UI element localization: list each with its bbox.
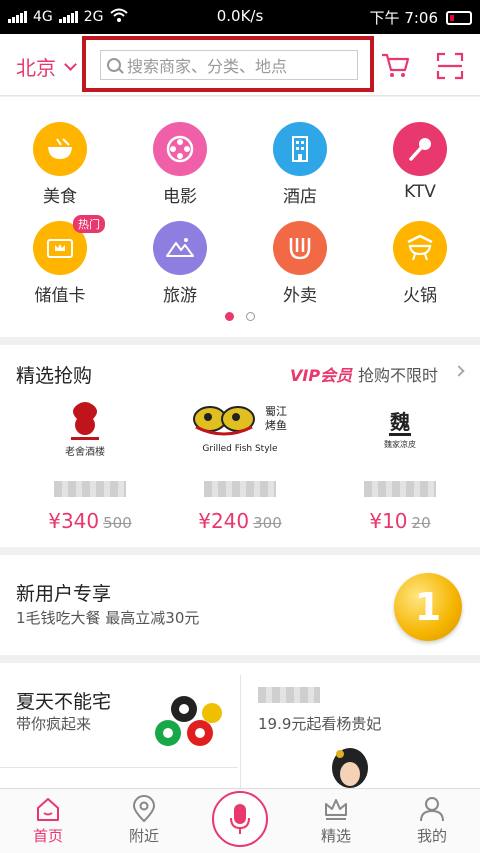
blurred-name — [204, 481, 276, 497]
restaurant-logo-image: 老舍酒楼 — [35, 397, 145, 467]
category-ktv[interactable]: KTV — [365, 122, 475, 202]
gold-coin-icon: 1 — [394, 573, 462, 641]
category-label: 外卖 — [283, 286, 317, 306]
deal-card[interactable]: 老舍酒楼 ¥340 500 — [20, 397, 160, 533]
tab-featured[interactable]: 精选 — [296, 795, 376, 846]
category-label: 火锅 — [403, 286, 437, 306]
category-travel[interactable]: 旅游 — [125, 221, 235, 306]
home-icon — [37, 798, 59, 821]
blurred-name — [364, 481, 436, 497]
deal-price: ¥10 — [369, 509, 408, 533]
weijia-logo-image: 魏 魏家凉皮 — [345, 397, 455, 467]
promo-subtitle: 带你疯起来 — [16, 715, 92, 733]
tab-mine[interactable]: 我的 — [392, 795, 472, 846]
tab-label: 附近 — [128, 827, 159, 845]
hotel-icon — [273, 122, 327, 176]
section-title: 精选抢购 — [16, 365, 93, 387]
page-dot[interactable] — [246, 312, 255, 321]
deal-card[interactable]: 魏 魏家凉皮 ¥10 20 — [330, 397, 470, 533]
deal-price: ¥340 — [48, 509, 100, 533]
logo-text: Grilled Fish Style — [202, 444, 278, 454]
hotpot-icon — [393, 221, 447, 275]
svg-text:魏: 魏 — [389, 410, 410, 434]
category-takeout[interactable]: 外卖 — [245, 221, 355, 306]
fork-icon — [273, 221, 327, 275]
category-movie[interactable]: 电影 — [125, 122, 235, 207]
divider — [240, 675, 241, 788]
city-selector[interactable]: 北京 — [16, 52, 77, 81]
svg-text:老舍酒楼: 老舍酒楼 — [65, 445, 105, 458]
new-user-subtitle: 1毛钱吃大餐 最高立减30元 — [16, 609, 200, 627]
search-icon — [107, 58, 121, 72]
microphone-icon — [230, 804, 250, 834]
chevron-right-icon — [453, 365, 465, 377]
category-hotpot[interactable]: 火锅 — [365, 221, 475, 306]
cart-icon[interactable] — [380, 50, 410, 80]
actress-image — [332, 748, 368, 788]
svg-text:魏家凉皮: 魏家凉皮 — [384, 439, 416, 449]
grilled-fish-logo-image: 蜀江 烤鱼 Grilled Fish Style — [180, 397, 300, 467]
divider — [0, 767, 238, 768]
bottom-tab-bar: 首页 附近 精选 我的 — [0, 788, 480, 853]
status-bar: 4G 2G 0.0K/s 下午 7:06 — [0, 0, 480, 34]
page-indicator — [0, 312, 480, 321]
svg-text:烤鱼: 烤鱼 — [265, 418, 287, 432]
crown-card-icon: 热门 — [33, 215, 105, 275]
new-user-title: 新用户专享 — [16, 583, 112, 605]
category-label: KTV — [404, 182, 436, 202]
billiard-balls-image — [155, 696, 222, 746]
search-placeholder: 搜索商家、分类、地点 — [127, 57, 288, 76]
film-reel-icon — [153, 122, 207, 176]
crown-icon — [325, 799, 347, 820]
location-pin-icon — [132, 795, 156, 823]
promo-subtitle: 19.9元起看杨贵妃 — [258, 715, 382, 733]
city-label: 北京 — [16, 56, 56, 80]
search-input[interactable]: 搜索商家、分类、地点 — [100, 50, 358, 80]
battery-icon — [446, 10, 472, 25]
category-food[interactable]: 美食 — [5, 122, 115, 207]
scan-icon[interactable] — [436, 52, 464, 80]
bowl-icon — [33, 122, 87, 176]
deal-price: ¥240 — [198, 509, 250, 533]
category-grid: 美食 电影 酒店 KTV 热门 储值卡 旅游 外卖 火锅 — [0, 97, 480, 337]
category-label: 酒店 — [283, 187, 317, 207]
page-dot-active[interactable] — [225, 312, 234, 321]
chevron-down-icon — [64, 58, 77, 71]
promo-title: 夏天不能宅 — [16, 691, 112, 713]
new-user-banner[interactable]: 新用户专享 1毛钱吃大餐 最高立减30元 1 — [0, 555, 480, 655]
category-hotel[interactable]: 酒店 — [245, 122, 355, 207]
category-label: 储值卡 — [34, 286, 86, 306]
vip-label[interactable]: VIP会员 — [290, 362, 352, 386]
original-price: 500 — [103, 514, 132, 532]
tab-label: 我的 — [416, 827, 447, 845]
deal-card[interactable]: 蜀江 烤鱼 Grilled Fish Style ¥240 300 — [170, 397, 310, 533]
blurred-title — [258, 687, 320, 703]
blurred-name — [54, 481, 126, 497]
microphone-icon — [393, 122, 447, 176]
top-bar: 北京 搜索商家、分类、地点 — [0, 34, 480, 96]
mountain-icon — [153, 221, 207, 275]
search-highlight-box: 搜索商家、分类、地点 — [82, 36, 374, 92]
hot-badge: 热门 — [73, 215, 105, 233]
category-label: 电影 — [163, 187, 197, 207]
category-label: 美食 — [43, 187, 77, 207]
tab-label: 首页 — [32, 827, 63, 845]
category-label: 旅游 — [163, 286, 197, 306]
tab-home[interactable]: 首页 — [8, 795, 88, 846]
tab-label: 精选 — [320, 827, 351, 845]
category-stored-value-card[interactable]: 热门 储值卡 — [5, 215, 115, 306]
more-link[interactable]: 抢购不限时 — [358, 362, 438, 386]
svg-text:蜀江: 蜀江 — [265, 405, 287, 418]
tab-nearby[interactable]: 附近 — [104, 795, 184, 846]
promo-section: 夏天不能宅 带你疯起来 19.9元起看杨贵妃 — [0, 663, 480, 788]
original-price: 20 — [411, 514, 431, 532]
user-icon — [420, 797, 444, 822]
voice-search-button[interactable] — [212, 791, 268, 847]
flash-sale-section: 精选抢购 VIP会员 抢购不限时 老舍酒楼 ¥340 500 蜀江 烤鱼 Gri… — [0, 345, 480, 547]
clock: 下午 7:06 — [369, 9, 438, 27]
original-price: 300 — [253, 514, 282, 532]
